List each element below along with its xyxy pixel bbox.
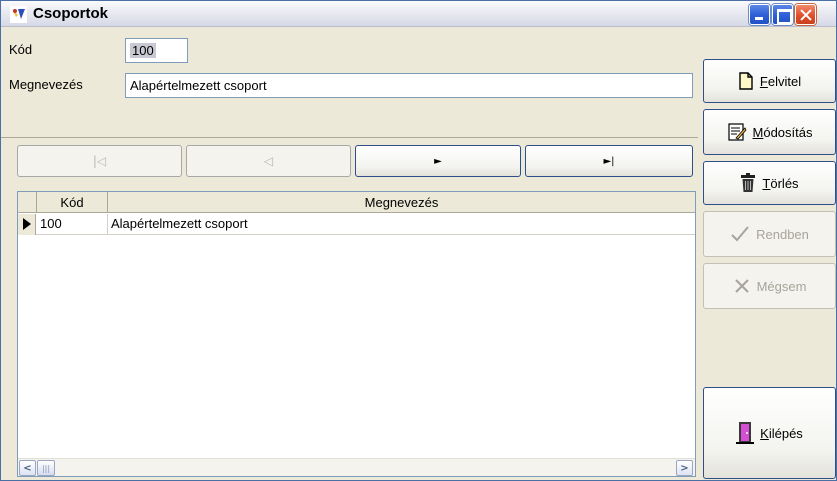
megsem-label: Mégsem: [756, 278, 807, 294]
next-record-icon: ►: [434, 155, 442, 167]
megnevezes-field[interactable]: Alapértelmezett csoport: [125, 73, 693, 98]
felvitel-hotkey: F: [759, 73, 768, 89]
megsem-button[interactable]: Mégsem: [703, 263, 836, 309]
rendben-label: Rendben: [756, 226, 809, 242]
kilepes-label: ilépés: [768, 425, 803, 441]
modositas-hotkey: M: [752, 124, 764, 140]
kod-value: 100: [130, 43, 156, 58]
checkmark-icon: [731, 226, 749, 242]
kilepes-button[interactable]: Kilépés: [703, 387, 836, 479]
current-row-icon: [18, 214, 36, 235]
prev-record-button[interactable]: ◁: [186, 145, 351, 177]
scroll-left-icon[interactable]: <: [19, 460, 36, 476]
modositas-label: ódosítás: [763, 124, 813, 140]
megnevezes-label: Megnevezés: [9, 77, 83, 92]
horizontal-scrollbar[interactable]: < ||| >: [18, 458, 695, 476]
title-bar[interactable]: Csoportok: [1, 1, 836, 27]
grid-header: Kód Megnevezés: [18, 192, 695, 213]
kilepes-hotkey: K: [760, 425, 769, 441]
close-icon[interactable]: [795, 4, 816, 25]
modositas-button[interactable]: Módosítás: [703, 109, 836, 155]
grid-header-indicator: [18, 192, 37, 213]
cancel-x-icon: [734, 279, 749, 293]
cell-megnevezes[interactable]: Alapértelmezett csoport: [108, 214, 695, 235]
kod-label: Kód: [9, 42, 33, 57]
first-record-icon: |◁: [92, 154, 107, 168]
megnevezes-value: Alapértelmezett csoport: [130, 78, 267, 93]
first-record-button[interactable]: |◁: [17, 145, 182, 177]
column-header-megnevezes[interactable]: Megnevezés: [108, 192, 695, 213]
app-icon: [10, 6, 27, 23]
maximize-icon[interactable]: [772, 4, 793, 25]
cell-kod[interactable]: 100: [37, 214, 108, 235]
kod-field[interactable]: 100: [125, 38, 188, 63]
exit-door-icon: [736, 422, 755, 444]
torles-button[interactable]: Törlés: [703, 161, 836, 205]
last-record-icon: ►|: [603, 155, 615, 167]
window-title: Csoportok: [33, 5, 108, 22]
window: Csoportok Kód 100 Megnevezés Alapértelme…: [0, 0, 837, 481]
next-record-button[interactable]: ►: [355, 145, 521, 177]
column-header-kod[interactable]: Kód: [37, 192, 108, 213]
scroll-right-icon[interactable]: >: [676, 460, 693, 476]
minimize-icon[interactable]: [749, 4, 770, 25]
rendben-button[interactable]: Rendben: [703, 211, 836, 257]
data-grid[interactable]: Kód Megnevezés 100 Alapértelmezett csopo…: [17, 191, 696, 477]
last-record-button[interactable]: ►|: [525, 145, 693, 177]
table-row[interactable]: 100 Alapértelmezett csoport: [18, 214, 695, 235]
torles-label: örlés: [770, 175, 799, 191]
prev-record-icon: ◁: [263, 154, 274, 168]
new-document-icon: [739, 72, 753, 90]
divider: [1, 137, 698, 138]
edit-document-icon: [727, 123, 746, 141]
trash-icon: [741, 173, 756, 192]
felvitel-button[interactable]: Felvitel: [703, 59, 836, 103]
felvitel-label: elvitel: [767, 73, 802, 89]
scroll-thumb[interactable]: |||: [37, 460, 55, 476]
